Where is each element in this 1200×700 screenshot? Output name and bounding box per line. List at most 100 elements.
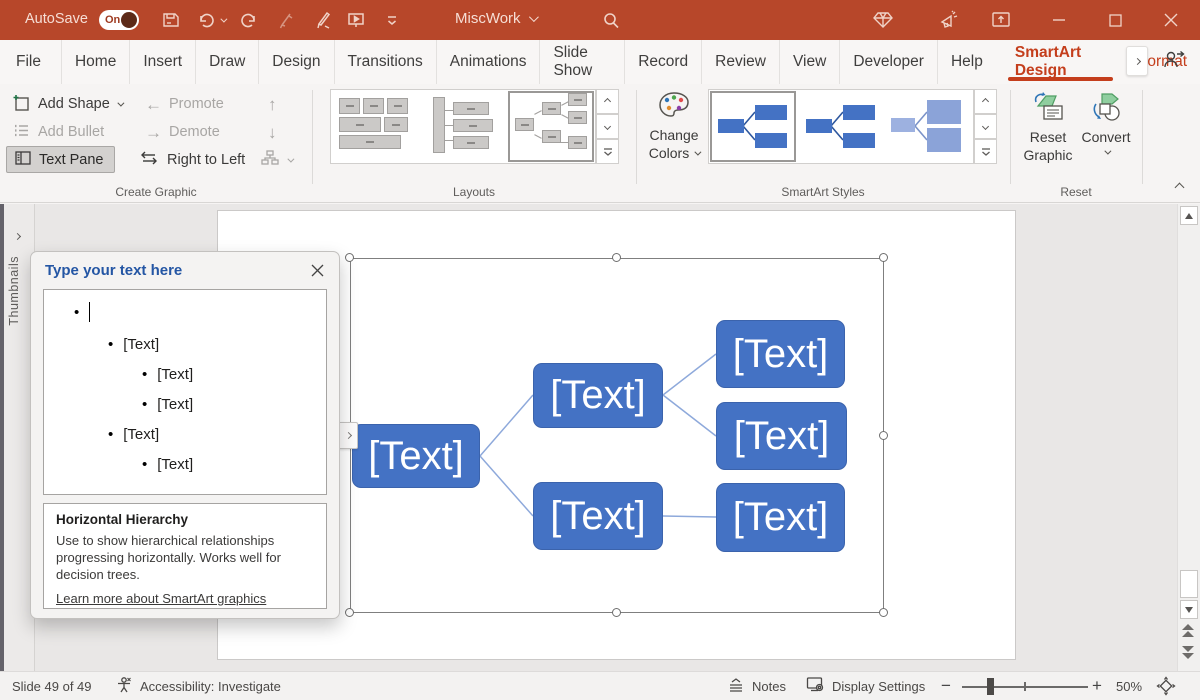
selection-handle-top-left[interactable] (345, 253, 354, 262)
smartart-node-mid-bottom[interactable]: [Text] (533, 482, 663, 550)
zoom-in-button[interactable]: + (1092, 672, 1102, 700)
layouts-scroll-down-button[interactable] (596, 114, 619, 139)
share-icon[interactable] (1162, 48, 1186, 75)
tab-developer[interactable]: Developer (840, 40, 938, 84)
zoom-slider-thumb[interactable] (987, 678, 994, 695)
tab-help[interactable]: Help (938, 40, 996, 84)
tab-design[interactable]: Design (259, 40, 334, 84)
text-pane-entry[interactable]: • [Text] (108, 332, 159, 356)
redo-icon[interactable] (238, 9, 260, 31)
feedback-megaphone-icon[interactable] (938, 9, 960, 31)
undo-icon[interactable] (195, 9, 217, 31)
tab-slide-show[interactable]: Slide Show (540, 40, 625, 84)
smartart-node-mid-top[interactable]: [Text] (533, 363, 663, 428)
text-pane-close-icon[interactable] (307, 260, 327, 280)
selection-handle-middle-right[interactable] (879, 431, 888, 440)
text-pane-expander-tab[interactable] (338, 422, 358, 449)
fit-slide-to-window-button[interactable] (1156, 672, 1176, 700)
tab-record[interactable]: Record (625, 40, 702, 84)
tab-draw[interactable]: Draw (196, 40, 259, 84)
learn-more-link[interactable]: Learn more about SmartArt graphics (56, 591, 266, 606)
tab-file[interactable]: File (0, 40, 62, 84)
tab-transitions[interactable]: Transitions (335, 40, 437, 84)
tab-animations[interactable]: Animations (437, 40, 541, 84)
convert-button[interactable]: Convert (1080, 90, 1132, 155)
slide-indicator[interactable]: Slide 49 of 49 (12, 672, 92, 700)
autosave-toggle-knob (121, 12, 137, 28)
change-colors-button[interactable]: Change Colors (645, 90, 703, 162)
zoom-out-button[interactable]: − (941, 672, 951, 700)
tab-review[interactable]: Review (702, 40, 780, 84)
notes-button[interactable]: Notes (727, 672, 786, 700)
move-up-button[interactable]: ↑ (268, 90, 277, 118)
scrollbar-thumb[interactable] (1180, 570, 1198, 598)
style-option-1[interactable] (709, 90, 797, 163)
expand-thumbnails-icon[interactable] (15, 226, 20, 244)
smartart-node-right-top[interactable]: [Text] (716, 320, 845, 388)
layout-option-1[interactable] (331, 90, 419, 163)
vertical-scrollbar[interactable] (1177, 204, 1200, 671)
style-option-2[interactable] (797, 90, 885, 163)
layout-option-horizontal-hierarchy[interactable] (507, 90, 595, 163)
move-down-button[interactable]: ↓ (268, 118, 277, 146)
start-slideshow-icon[interactable] (345, 9, 367, 31)
close-button[interactable] (1160, 9, 1182, 31)
text-pane-entry[interactable]: • [Text] (142, 392, 193, 416)
autosave-toggle[interactable]: On (99, 10, 139, 30)
style-option-3[interactable] (885, 90, 973, 163)
minimize-button[interactable] (1048, 9, 1070, 31)
styles-scroll-down-button[interactable] (974, 114, 997, 139)
smartart-node-root[interactable]: [Text] (352, 424, 480, 488)
layouts-scroll-up-button[interactable] (596, 89, 619, 114)
selection-handle-top-center[interactable] (612, 253, 621, 262)
previous-slide-button[interactable] (1182, 624, 1194, 637)
text-pane-entry[interactable]: • [Text] (108, 422, 159, 446)
promote-button[interactable]: ← Promote (145, 90, 224, 118)
document-title[interactable]: MiscWork (455, 10, 536, 27)
pen-icon[interactable] (312, 9, 334, 31)
tab-insert[interactable]: Insert (130, 40, 196, 84)
scroll-up-button[interactable] (1180, 206, 1198, 225)
selection-handle-bottom-center[interactable] (612, 608, 621, 617)
org-layout-button[interactable] (260, 146, 292, 174)
demote-button[interactable]: → Demote (145, 118, 220, 146)
add-shape-button[interactable]: Add Shape (12, 90, 122, 118)
smartart-node-right-middle[interactable]: [Text] (716, 402, 847, 470)
tab-smartart-design[interactable]: SmartArt Design (1002, 40, 1119, 84)
undo-dropdown-icon[interactable] (216, 9, 228, 31)
styles-scroll-up-button[interactable] (974, 89, 997, 114)
text-pane-entry[interactable]: • (74, 300, 100, 324)
selection-handle-top-right[interactable] (879, 253, 888, 262)
tab-home[interactable]: Home (62, 40, 130, 84)
styles-more-button[interactable] (974, 139, 997, 164)
add-bullet-button[interactable]: Add Bullet (12, 118, 104, 146)
zoom-level[interactable]: 50% (1116, 672, 1142, 700)
text-pane-entry[interactable]: • [Text] (142, 452, 193, 476)
layout-option-2[interactable] (419, 90, 507, 163)
text-pane-button[interactable]: Text Pane (6, 146, 115, 173)
layouts-more-button[interactable] (596, 139, 619, 164)
premium-diamond-icon[interactable] (872, 9, 894, 31)
next-slide-button[interactable] (1182, 646, 1194, 659)
accessibility-status[interactable]: Accessibility: Investigate (115, 672, 281, 700)
highlighter-icon[interactable] (276, 9, 298, 31)
ribbon-display-options-icon[interactable] (990, 9, 1012, 31)
autosave-state: On (105, 14, 120, 26)
tab-view[interactable]: View (780, 40, 840, 84)
selection-handle-bottom-right[interactable] (879, 608, 888, 617)
search-icon[interactable] (600, 10, 622, 32)
text-pane-label: Text Pane (39, 152, 104, 168)
save-icon[interactable] (160, 9, 182, 31)
smartart-node-right-bottom[interactable]: [Text] (716, 483, 845, 552)
reset-graphic-button[interactable]: Reset Graphic (1022, 90, 1074, 164)
tab-overflow-button[interactable] (1126, 46, 1148, 76)
collapse-ribbon-icon[interactable] (1175, 183, 1185, 193)
text-pane-entry[interactable]: • [Text] (142, 362, 193, 386)
right-to-left-button[interactable]: Right to Left (138, 146, 245, 174)
display-settings-button[interactable]: Display Settings (806, 672, 925, 700)
text-pane-list[interactable]: • • [Text] • [Text] • [Text] • (43, 289, 327, 495)
customize-quick-access-icon[interactable] (381, 9, 403, 31)
scroll-down-button[interactable] (1180, 600, 1198, 619)
maximize-button[interactable] (1104, 9, 1126, 31)
selection-handle-bottom-left[interactable] (345, 608, 354, 617)
